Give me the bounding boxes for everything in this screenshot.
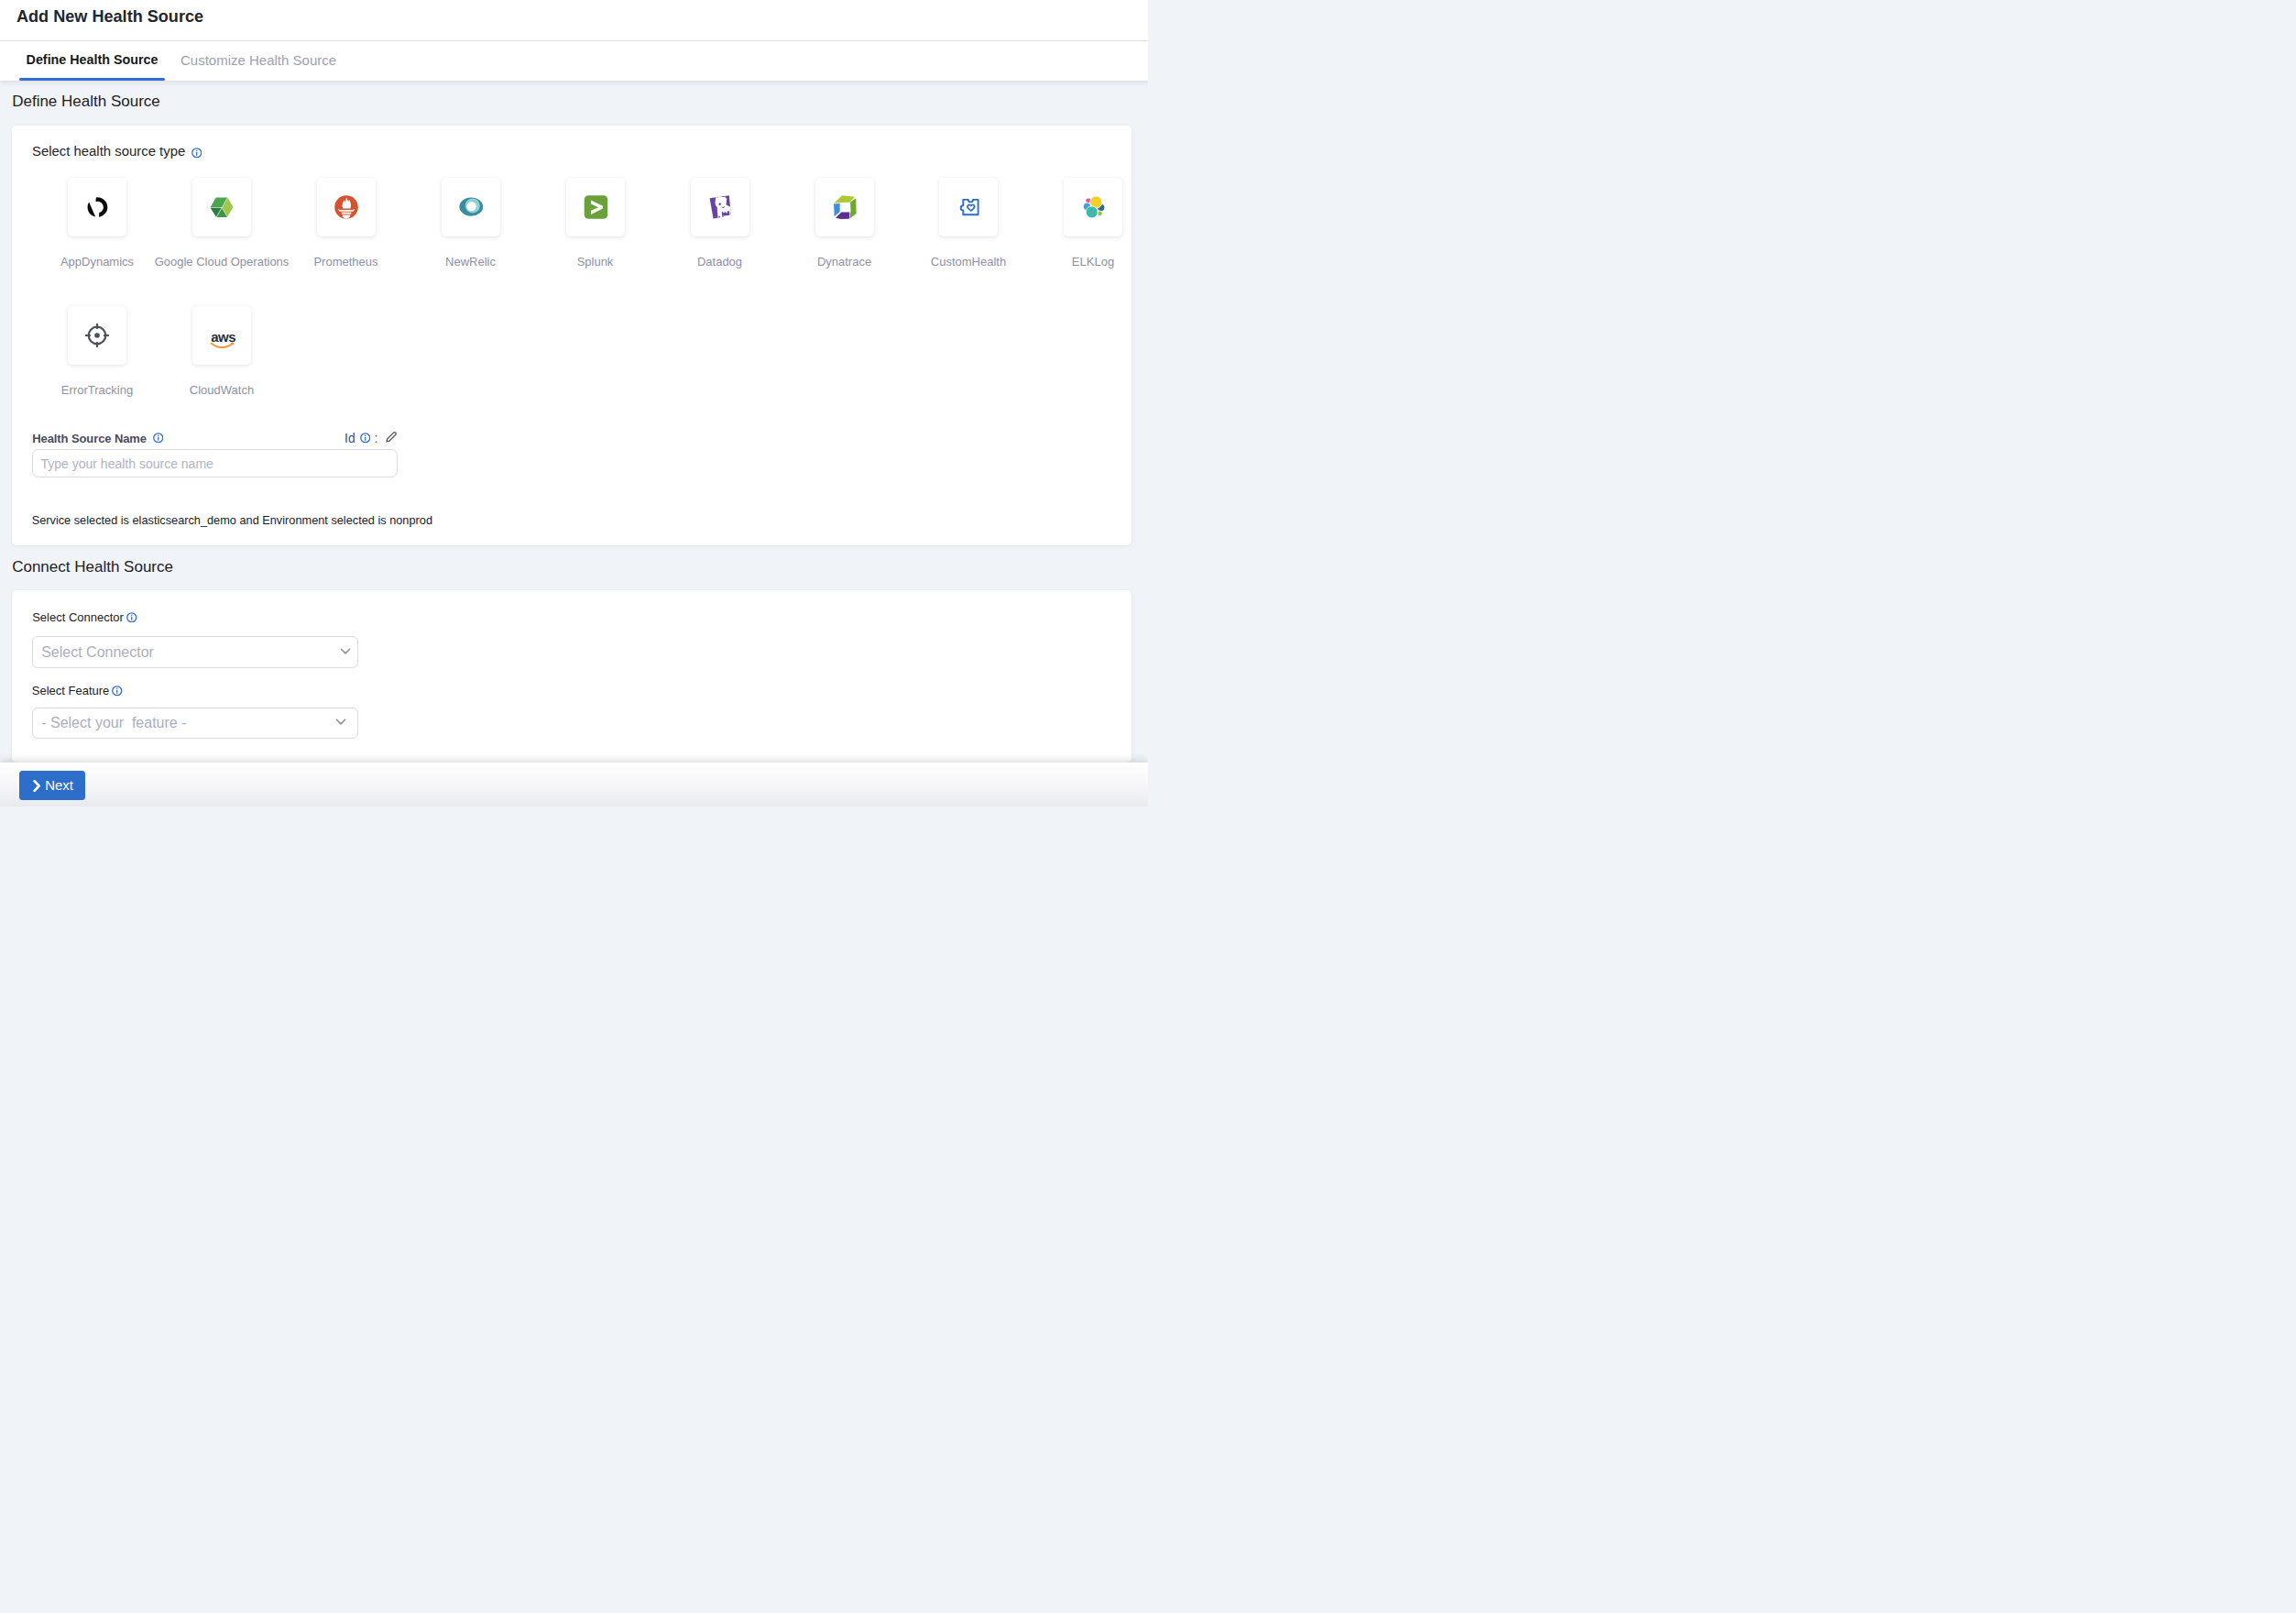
svg-text:aws: aws	[211, 328, 235, 344]
